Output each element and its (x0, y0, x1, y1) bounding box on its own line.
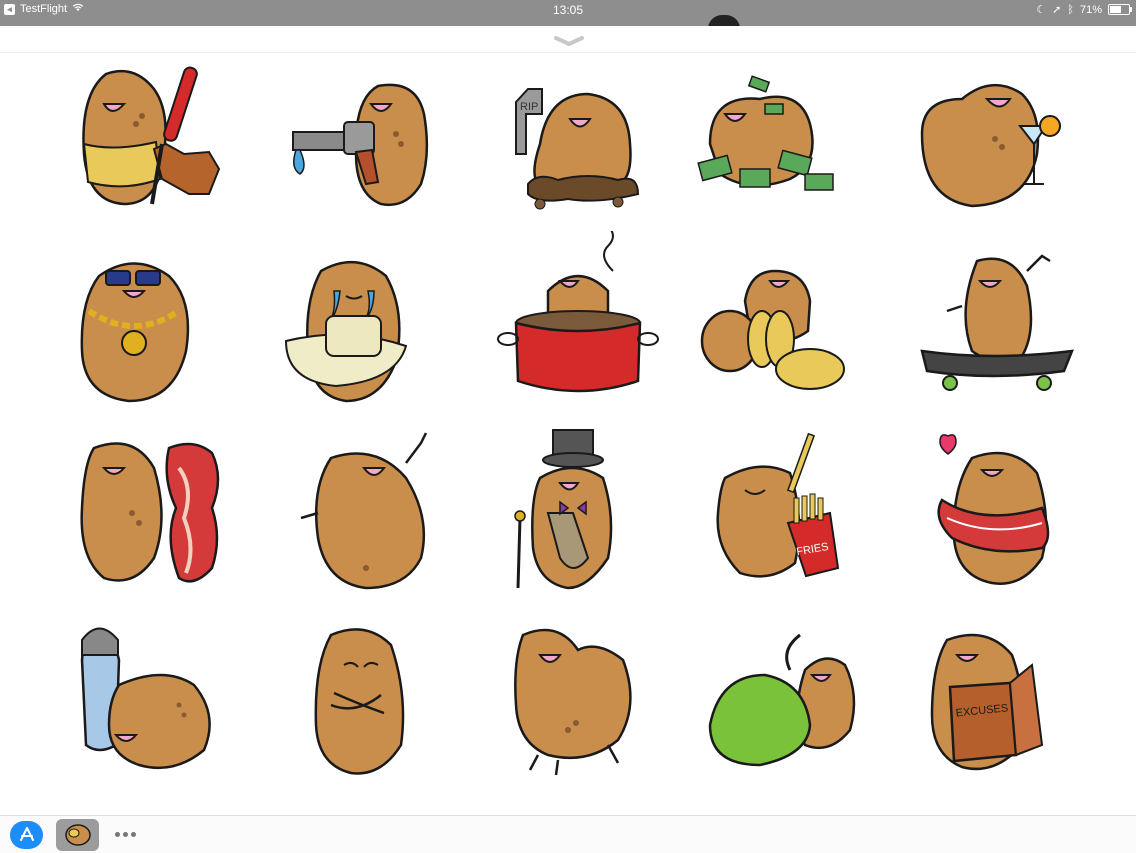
battery-icon (1108, 4, 1132, 15)
sticker-potato-with-sunglasses-chain[interactable] (44, 231, 246, 418)
sticker-potato-rip-grave[interactable]: RIP (468, 44, 670, 231)
app-drawer-bar (0, 815, 1136, 853)
location-icon: ➚ (1052, 4, 1062, 16)
sticker-grid: RIP FRIES EXCUSES (44, 44, 1094, 792)
sticker-potato-waving[interactable] (256, 418, 458, 605)
sticker-potato-top-hat[interactable] (468, 418, 670, 605)
sticker-potato-on-skateboard[interactable] (892, 231, 1094, 418)
sticker-potato-with-heart-scarf[interactable] (892, 418, 1094, 605)
sticker-potato-with-green-blanket[interactable] (680, 605, 882, 792)
sticker-potato-with-peeler[interactable] (44, 44, 246, 231)
rip-text: RIP (520, 101, 538, 113)
sticker-potato-with-money[interactable] (680, 44, 882, 231)
sticker-potato-with-fries[interactable]: FRIES (680, 418, 882, 605)
dot (130, 831, 136, 837)
sticker-potato-in-pot[interactable] (468, 231, 670, 418)
app-store-icon[interactable] (10, 821, 43, 849)
sticker-potato-with-salt-shaker[interactable] (44, 605, 246, 792)
sticker-potato-with-cocktail[interactable] (892, 44, 1094, 231)
status-bar: ◂ TestFlight 13:05 ☾ ➚ ᛒ 71% (0, 0, 1136, 26)
sticker-potato-with-bacon[interactable] (44, 418, 246, 605)
sticker-potato-with-gun[interactable] (256, 44, 458, 231)
status-time: 13:05 (552, 3, 584, 17)
more-dots-icon[interactable] (110, 824, 140, 844)
moon-icon: ☾ (1036, 4, 1047, 16)
potato-app-icon[interactable] (56, 819, 99, 851)
sticker-potato-arms-crossed[interactable] (256, 605, 458, 792)
sticker-potato-with-excuses-book[interactable]: EXCUSES (892, 605, 1094, 792)
dot (114, 831, 120, 837)
dot (122, 831, 128, 837)
sticker-potato-sliced[interactable] (680, 231, 882, 418)
battery-percent: 71% (1079, 3, 1102, 16)
bluetooth-icon: ᛒ (1067, 3, 1074, 16)
sticker-potato-crying-pillow[interactable] (256, 231, 458, 418)
sticker-potato-happy-blob[interactable] (468, 605, 670, 792)
